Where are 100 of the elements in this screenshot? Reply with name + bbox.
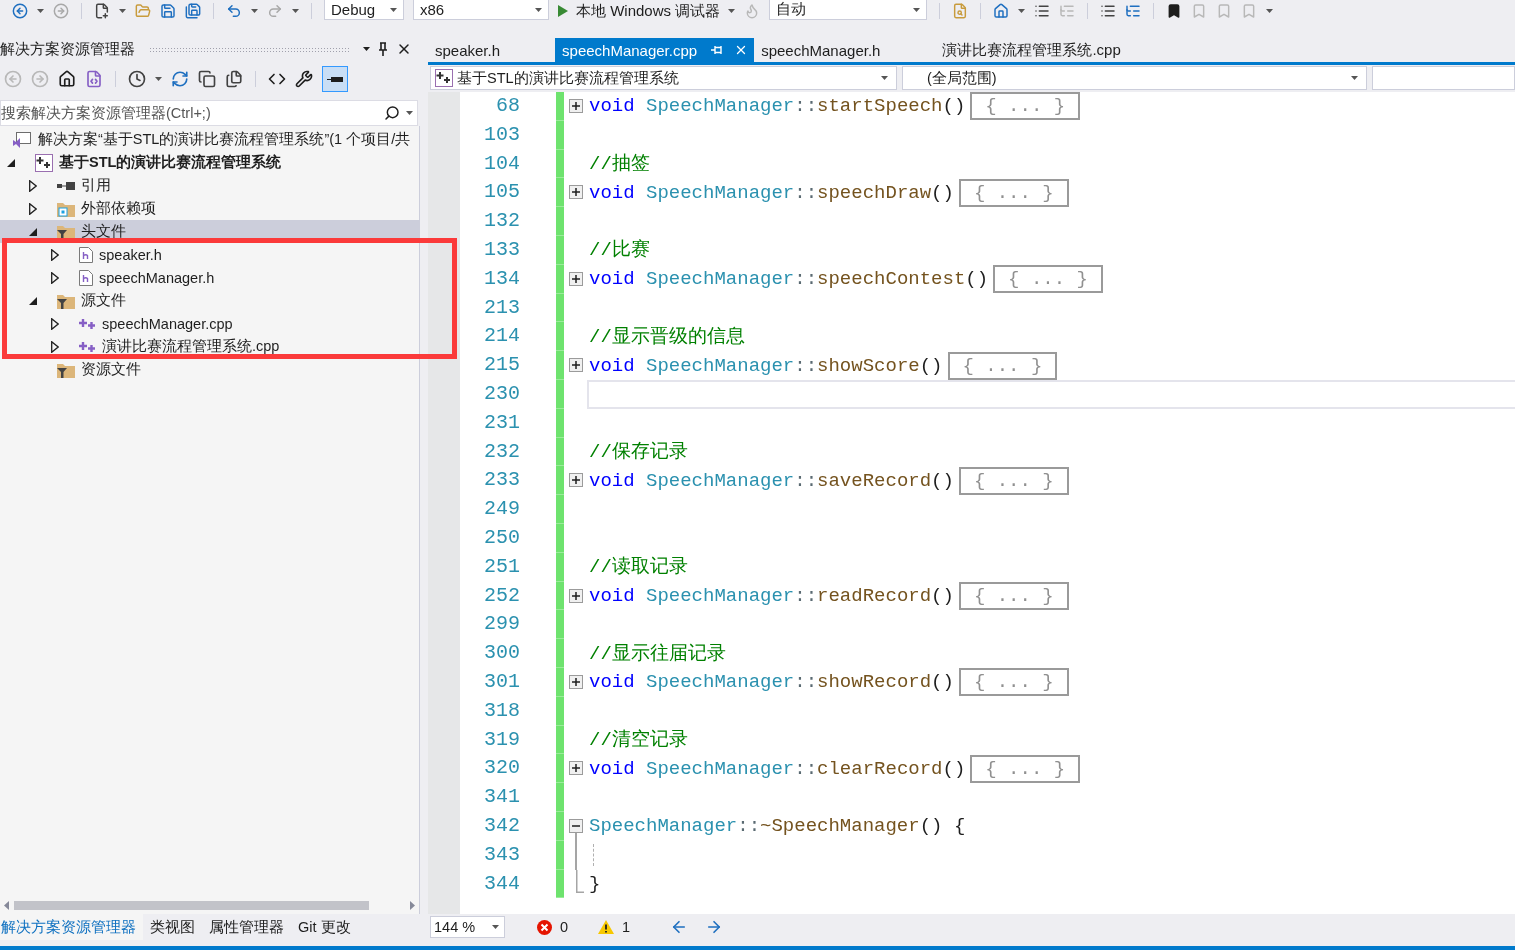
caret-down-icon[interactable] <box>119 9 126 13</box>
expand-icon[interactable] <box>569 588 583 603</box>
folder-icon <box>57 223 75 240</box>
tree-item[interactable]: 资源文件 <box>0 358 419 381</box>
line-number: 214 <box>483 323 520 350</box>
save-all-icon[interactable] <box>185 3 201 19</box>
expand-icon[interactable] <box>569 473 583 488</box>
collapse-icon[interactable] <box>569 818 583 833</box>
expand-icon[interactable] <box>569 185 583 200</box>
save-icon[interactable] <box>160 3 176 19</box>
undo-icon[interactable] <box>226 3 242 19</box>
caret-down-icon[interactable] <box>155 77 162 81</box>
run-button[interactable]: 本地 Windows 调试器 <box>558 1 736 21</box>
tree-item[interactable]: 外部依赖项 <box>0 197 419 220</box>
preview-button[interactable] <box>322 66 348 92</box>
folder-icon <box>57 361 75 378</box>
play-icon <box>558 5 568 17</box>
caret-down-icon[interactable] <box>390 7 397 12</box>
back-icon[interactable] <box>12 3 28 19</box>
code-text: //抽签 <box>589 152 650 177</box>
line-number: 318 <box>483 697 520 724</box>
tree-item[interactable]: 源文件 <box>0 289 419 312</box>
files-icon[interactable] <box>225 70 243 88</box>
expand-icon[interactable] <box>569 358 583 373</box>
caret-down-icon[interactable] <box>1018 9 1026 13</box>
caret-down-icon[interactable] <box>1351 76 1358 80</box>
caret-down-icon[interactable] <box>406 111 413 115</box>
search-field[interactable]: 搜索解决方案资源管理器(Ctrl+;) <box>0 100 418 126</box>
caret-down-icon[interactable] <box>7 158 15 167</box>
panel-title: 解决方案资源管理器 <box>0 39 135 59</box>
code-text: void SpeechManager::clearRecord() <box>589 756 966 782</box>
list-icon[interactable] <box>1034 3 1051 19</box>
configuration-dropdown[interactable]: Debug <box>324 0 404 20</box>
caret-down-icon[interactable] <box>728 9 736 13</box>
expand-icon[interactable] <box>569 674 583 689</box>
pin-icon[interactable] <box>378 42 388 56</box>
list-icon[interactable] <box>1100 3 1117 19</box>
caret-down-icon[interactable] <box>292 9 299 13</box>
new-file-icon[interactable] <box>94 3 110 19</box>
tree-item[interactable]: 引用 <box>0 174 419 197</box>
panel-tab[interactable]: 类视图 <box>143 914 202 940</box>
zoom-dropdown[interactable]: 144 % <box>430 916 505 938</box>
tree-item[interactable]: speechManager.cpp <box>0 312 419 335</box>
warning-icon <box>598 920 615 934</box>
tree-item[interactable]: 演讲比赛流程管理系统.cpp <box>0 335 419 358</box>
search-icon[interactable] <box>384 105 400 121</box>
line-number: 250 <box>483 524 520 551</box>
scope-dropdown[interactable]: (全局范围) <box>902 66 1367 90</box>
folder-icon <box>57 292 75 309</box>
caret-right-icon[interactable] <box>29 179 37 192</box>
document-tab[interactable]: speechManager.h <box>754 38 936 62</box>
copy-icon[interactable] <box>198 70 216 88</box>
line-number: 344 <box>483 870 520 897</box>
list-tree-icon[interactable] <box>1125 3 1142 19</box>
caret-down-icon[interactable] <box>535 7 542 12</box>
tree-item[interactable]: speechManager.h <box>0 266 419 289</box>
expand-icon[interactable] <box>569 99 583 113</box>
panel-tab[interactable]: 属性管理器 <box>202 914 291 940</box>
mode-dropdown[interactable]: 自动 <box>769 0 928 20</box>
line-number: 105 <box>483 179 520 206</box>
scroll-left-icon[interactable] <box>4 900 9 910</box>
tree-item[interactable]: 基于STL的演讲比赛流程管理系统 <box>0 151 419 174</box>
caret-right-icon[interactable] <box>29 202 37 215</box>
clock-icon[interactable] <box>128 70 146 88</box>
caret-down-icon[interactable] <box>492 925 499 929</box>
caret-right-icon[interactable] <box>51 248 59 261</box>
switch-views-icon[interactable] <box>85 70 103 88</box>
tree-item[interactable]: 解决方案“基于STL的演讲比赛流程管理系统”(1 个项目/共 <box>0 128 419 151</box>
caret-down-icon[interactable] <box>913 7 921 12</box>
project-icon <box>35 153 53 172</box>
panel-tab[interactable]: 解决方案资源管理器 <box>0 914 143 940</box>
platform-dropdown[interactable]: x86 <box>413 0 549 20</box>
document-tab[interactable]: 演讲比赛流程管理系统.cpp <box>935 38 1176 62</box>
caret-down-icon[interactable] <box>29 296 37 305</box>
panel-tab[interactable]: Git 更改 <box>291 914 358 940</box>
caret-down-icon[interactable] <box>881 76 888 80</box>
caret-right-icon[interactable] <box>51 340 59 353</box>
caret-down-icon[interactable] <box>37 9 44 13</box>
caret-right-icon[interactable] <box>51 271 59 284</box>
code-text: void SpeechManager::showRecord() <box>589 670 954 696</box>
code-text: } <box>589 871 601 897</box>
caret-down-icon[interactable] <box>251 9 258 13</box>
caret-down-icon[interactable] <box>29 227 37 236</box>
solution-icon <box>12 130 32 149</box>
close-icon[interactable] <box>396 41 412 57</box>
home-icon[interactable] <box>58 70 76 88</box>
caret-right-icon[interactable] <box>51 317 59 330</box>
expand-icon[interactable] <box>569 271 583 286</box>
project-dropdown[interactable]: 基于STL的演讲比赛流程管理系统 <box>430 66 897 90</box>
refresh-icon[interactable] <box>171 70 189 88</box>
warning-count: 1 <box>622 919 631 935</box>
tree-item[interactable]: speaker.h <box>0 243 419 266</box>
caret-down-icon[interactable] <box>363 47 370 51</box>
document-tab[interactable]: speaker.h <box>428 38 556 62</box>
scrollbar-thumb[interactable] <box>14 900 369 910</box>
references-icon <box>57 181 75 190</box>
wrench-icon[interactable] <box>295 70 313 88</box>
expand-icon[interactable] <box>569 761 583 776</box>
scroll-right-icon[interactable] <box>410 900 415 910</box>
caret-down-icon[interactable] <box>1266 9 1274 13</box>
